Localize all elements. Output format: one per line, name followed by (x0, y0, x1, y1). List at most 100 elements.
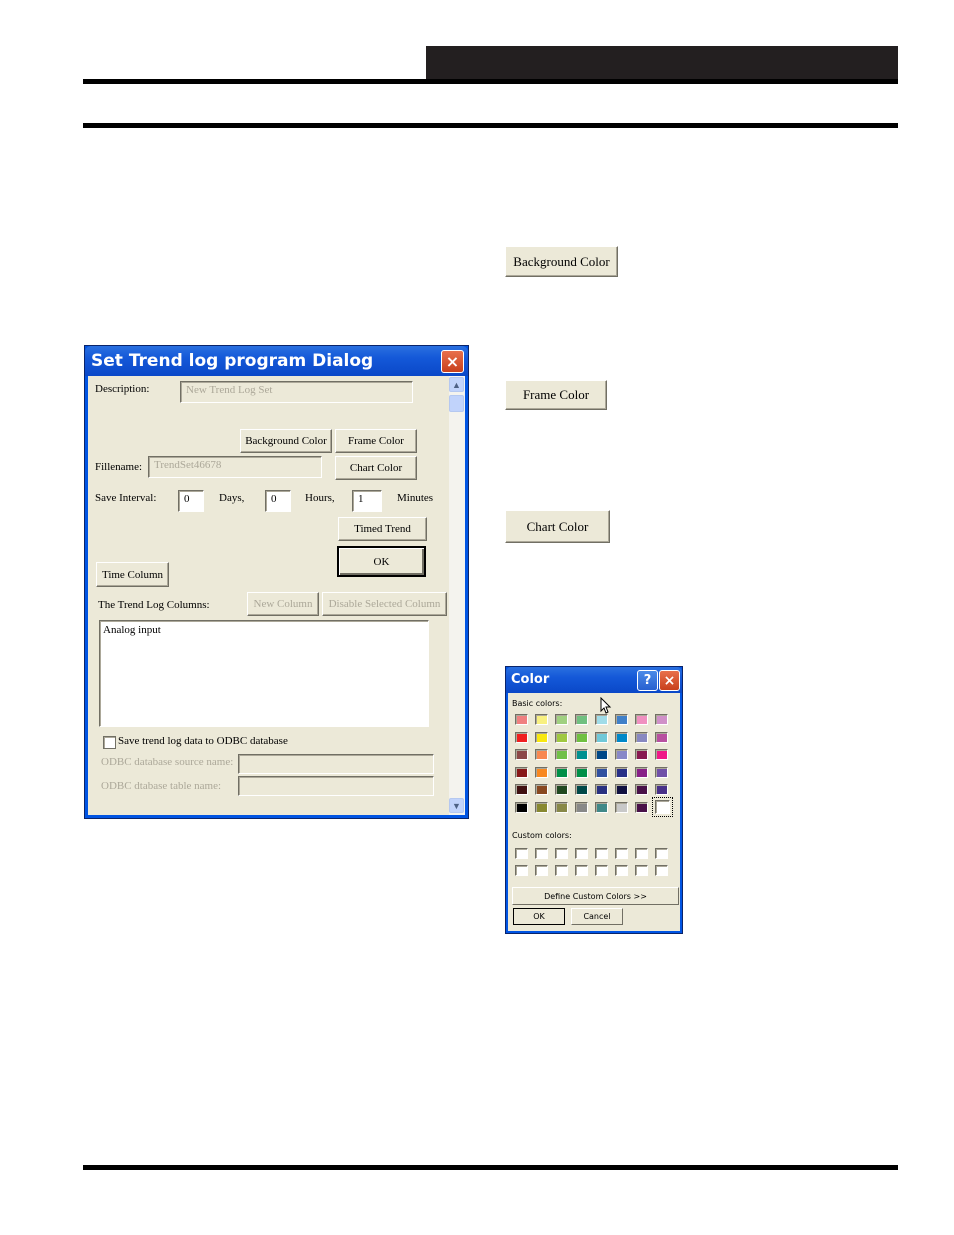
basic-color-swatch[interactable] (595, 714, 608, 725)
custom-color-swatch[interactable] (615, 865, 628, 876)
basic-color-swatch[interactable] (635, 749, 648, 761)
description-label: Description: (95, 383, 150, 395)
basic-color-swatch[interactable] (555, 784, 568, 796)
filename-field[interactable]: TrendSet46678 (148, 456, 322, 478)
basic-color-swatch[interactable] (655, 714, 668, 725)
custom-color-swatch[interactable] (575, 848, 588, 859)
basic-color-swatch[interactable] (555, 714, 568, 725)
custom-color-swatch[interactable] (655, 865, 668, 876)
basic-color-swatch[interactable] (535, 731, 548, 743)
basic-color-swatch[interactable] (615, 802, 628, 813)
scroll-up-icon[interactable]: ▲ (449, 377, 464, 392)
close-icon[interactable]: × (659, 670, 680, 691)
basic-color-swatch[interactable] (535, 784, 548, 796)
ok-button[interactable]: OK (337, 546, 426, 577)
basic-color-swatch[interactable] (515, 802, 528, 813)
frame-color-button-example[interactable]: Frame Color (505, 380, 607, 410)
basic-color-swatch[interactable] (555, 766, 568, 778)
scrollbar-thumb[interactable] (449, 395, 464, 412)
filename-label: Fillename: (95, 461, 143, 473)
days-input[interactable]: 0 (178, 490, 204, 512)
basic-color-swatch[interactable] (595, 802, 608, 813)
basic-color-swatch[interactable] (575, 749, 588, 761)
basic-color-swatch[interactable] (575, 766, 588, 778)
background-color-button-example[interactable]: Background Color (505, 246, 618, 277)
basic-color-swatch[interactable] (655, 766, 668, 778)
days-label: Days, (219, 492, 245, 504)
custom-color-swatch[interactable] (595, 865, 608, 876)
custom-color-swatch[interactable] (555, 865, 568, 876)
custom-color-swatch[interactable] (655, 848, 668, 859)
basic-color-swatch[interactable] (575, 714, 588, 725)
time-column-button[interactable]: Time Column (96, 562, 169, 587)
custom-color-swatch[interactable] (555, 848, 568, 859)
save-interval-label: Save Interval: (95, 492, 157, 504)
basic-color-swatch[interactable] (635, 731, 648, 743)
basic-color-swatch[interactable] (555, 749, 568, 761)
basic-color-swatch[interactable] (535, 766, 548, 778)
basic-color-swatch[interactable] (575, 731, 588, 743)
basic-color-swatch[interactable] (555, 802, 568, 813)
custom-color-swatch[interactable] (615, 848, 628, 859)
new-column-button: New Column (247, 592, 319, 616)
basic-color-swatch[interactable] (575, 802, 588, 813)
trend-columns-list[interactable]: Analog input (99, 620, 429, 727)
basic-color-swatch[interactable] (595, 749, 608, 761)
help-icon[interactable]: ? (637, 670, 658, 691)
basic-color-swatch[interactable] (655, 749, 668, 761)
hours-input[interactable]: 0 (265, 490, 291, 512)
basic-color-swatch[interactable] (652, 797, 673, 817)
custom-color-swatch[interactable] (635, 865, 648, 876)
custom-color-swatch[interactable] (515, 848, 528, 859)
timed-trend-button[interactable]: Timed Trend (338, 517, 427, 541)
custom-color-swatch[interactable] (635, 848, 648, 859)
vertical-scrollbar[interactable]: ▲ ▼ (449, 376, 465, 815)
frame-color-button[interactable]: Frame Color (335, 429, 417, 453)
custom-color-swatch[interactable] (535, 865, 548, 876)
trend-log-columns-label: The Trend Log Columns: (98, 599, 210, 611)
basic-color-swatch[interactable] (655, 731, 668, 743)
minutes-input[interactable]: 1 (352, 490, 382, 512)
basic-color-swatch[interactable] (635, 714, 648, 725)
basic-color-swatch[interactable] (655, 784, 668, 796)
background-color-button[interactable]: Background Color (240, 429, 332, 453)
custom-color-swatch[interactable] (535, 848, 548, 859)
basic-color-swatch[interactable] (535, 749, 548, 761)
basic-color-swatch[interactable] (615, 749, 628, 761)
basic-color-swatch[interactable] (535, 714, 548, 725)
custom-color-swatch[interactable] (575, 865, 588, 876)
chart-color-button-example[interactable]: Chart Color (505, 510, 610, 543)
close-icon[interactable]: × (441, 350, 464, 373)
basic-color-swatch[interactable] (515, 766, 528, 778)
basic-color-swatch[interactable] (595, 731, 608, 743)
basic-color-swatch[interactable] (515, 731, 528, 743)
basic-color-swatch[interactable] (615, 766, 628, 778)
basic-color-swatch[interactable] (535, 802, 548, 813)
basic-color-swatch[interactable] (515, 784, 528, 796)
basic-color-swatch[interactable] (635, 766, 648, 778)
basic-color-swatch[interactable] (635, 802, 648, 813)
custom-color-swatch[interactable] (595, 848, 608, 859)
basic-color-swatch[interactable] (615, 784, 628, 796)
basic-color-swatch[interactable] (635, 784, 648, 796)
custom-color-swatch[interactable] (515, 865, 528, 876)
basic-color-swatch[interactable] (595, 784, 608, 796)
list-item[interactable]: Analog input (103, 624, 425, 636)
basic-color-swatch[interactable] (515, 714, 528, 725)
odbc-source-field (238, 754, 434, 774)
define-custom-colors-button[interactable]: Define Custom Colors >> (512, 887, 679, 905)
description-field[interactable]: New Trend Log Set (180, 381, 413, 403)
color-cancel-button[interactable]: Cancel (571, 908, 623, 925)
basic-color-swatch[interactable] (555, 731, 568, 743)
basic-color-swatch[interactable] (595, 766, 608, 778)
scroll-down-icon[interactable]: ▼ (449, 798, 464, 813)
color-dialog-body: Basic colors: Custom colors: Define Cust… (508, 693, 680, 931)
basic-color-swatch[interactable] (515, 749, 528, 761)
color-dialog-title: Color (511, 672, 550, 687)
color-ok-button[interactable]: OK (513, 908, 565, 925)
basic-color-swatch[interactable] (615, 731, 628, 743)
basic-color-swatch[interactable] (615, 714, 628, 725)
odbc-checkbox[interactable] (103, 736, 116, 749)
basic-color-swatch[interactable] (575, 784, 588, 796)
chart-color-button[interactable]: Chart Color (335, 456, 417, 480)
